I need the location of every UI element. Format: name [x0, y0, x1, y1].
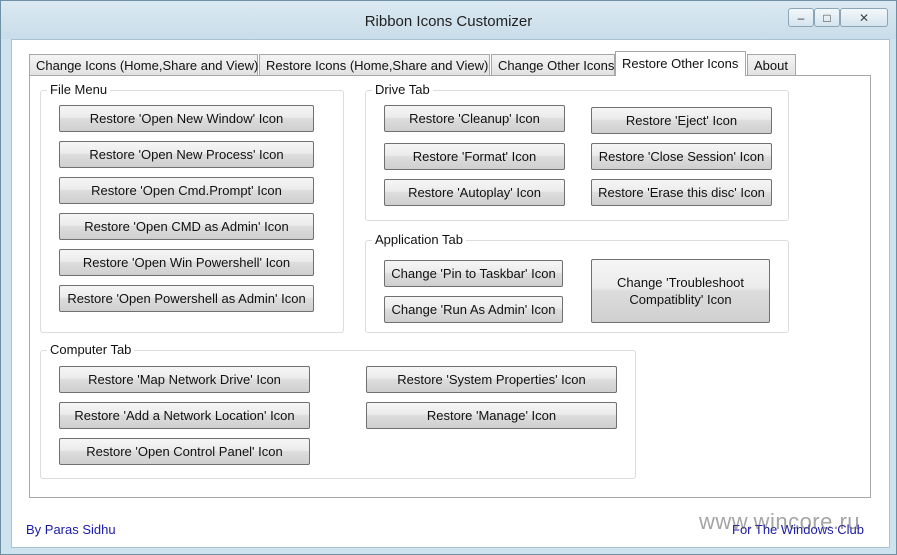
restore-eject-button[interactable]: Restore 'Eject' Icon	[591, 107, 772, 134]
client-area: Change Icons (Home,Share and View) Resto…	[11, 39, 890, 548]
tab-panel-restore-other-icons: File Menu Restore 'Open New Window' Icon…	[29, 75, 871, 498]
restore-cleanup-button[interactable]: Restore 'Cleanup' Icon	[384, 105, 565, 132]
tab-change-icons-home[interactable]: Change Icons (Home,Share and View)	[29, 54, 258, 75]
computer-tab-group: Computer Tab Restore 'Map Network Drive'…	[40, 342, 636, 479]
restore-open-cmd-prompt-button[interactable]: Restore 'Open Cmd.Prompt' Icon	[59, 177, 314, 204]
restore-erase-disc-button[interactable]: Restore 'Erase this disc' Icon	[591, 179, 772, 206]
restore-format-button[interactable]: Restore 'Format' Icon	[384, 143, 565, 170]
restore-map-network-drive-button[interactable]: Restore 'Map Network Drive' Icon	[59, 366, 310, 393]
restore-system-properties-button[interactable]: Restore 'System Properties' Icon	[366, 366, 617, 393]
tab-restore-icons-home[interactable]: Restore Icons (Home,Share and View)	[259, 54, 490, 75]
restore-manage-button[interactable]: Restore 'Manage' Icon	[366, 402, 617, 429]
restore-open-cmd-admin-button[interactable]: Restore 'Open CMD as Admin' Icon	[59, 213, 314, 240]
restore-open-new-process-button[interactable]: Restore 'Open New Process' Icon	[59, 141, 314, 168]
tab-restore-other-icons[interactable]: Restore Other Icons	[615, 51, 746, 76]
tab-change-other-icons[interactable]: Change Other Icons	[491, 54, 615, 75]
application-tab-group: Application Tab Change 'Pin to Taskbar' …	[365, 232, 789, 333]
restore-open-new-window-button[interactable]: Restore 'Open New Window' Icon	[59, 105, 314, 132]
watermark-text: www.wincore.ru	[699, 509, 861, 534]
change-run-as-admin-button[interactable]: Change 'Run As Admin' Icon	[384, 296, 563, 323]
restore-open-powershell-admin-button[interactable]: Restore 'Open Powershell as Admin' Icon	[59, 285, 314, 312]
restore-close-session-button[interactable]: Restore 'Close Session' Icon	[591, 143, 772, 170]
window-title: Ribbon Icons Customizer	[364, 13, 533, 30]
restore-autoplay-button[interactable]: Restore 'Autoplay' Icon	[384, 179, 565, 206]
drive-tab-group: Drive Tab Restore 'Cleanup' Icon Restore…	[365, 82, 789, 221]
computer-tab-label: Computer Tab	[47, 342, 135, 357]
tab-about[interactable]: About	[747, 54, 796, 75]
restore-open-win-powershell-button[interactable]: Restore 'Open Win Powershell' Icon	[59, 249, 314, 276]
restore-open-control-panel-button[interactable]: Restore 'Open Control Panel' Icon	[59, 438, 310, 465]
close-button[interactable]: ✕	[840, 8, 888, 27]
change-troubleshoot-compat-button[interactable]: Change 'Troubleshoot Compatiblity' Icon	[591, 259, 770, 323]
app-window: Ribbon Icons Customizer – □ ✕ Change Ico…	[0, 0, 897, 555]
change-pin-taskbar-button[interactable]: Change 'Pin to Taskbar' Icon	[384, 260, 563, 287]
restore-add-network-location-button[interactable]: Restore 'Add a Network Location' Icon	[59, 402, 310, 429]
title-bar[interactable]: Ribbon Icons Customizer – □ ✕	[1, 1, 896, 39]
application-tab-label: Application Tab	[372, 232, 466, 247]
file-menu-label: File Menu	[47, 82, 111, 97]
file-menu-group: File Menu Restore 'Open New Window' Icon…	[40, 82, 344, 333]
drive-tab-label: Drive Tab	[372, 82, 433, 97]
author-label: By Paras Sidhu	[26, 522, 116, 537]
minimize-button[interactable]: –	[788, 8, 814, 27]
maximize-button[interactable]: □	[814, 8, 840, 27]
